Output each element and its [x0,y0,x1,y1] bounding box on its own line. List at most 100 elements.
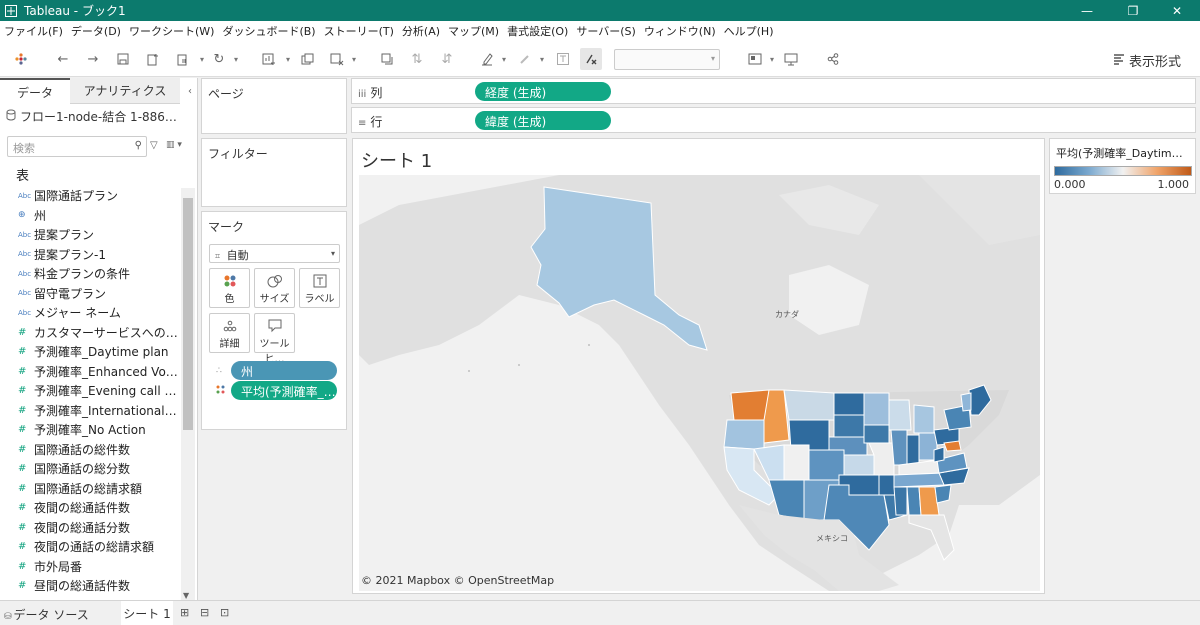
tab-sheet1[interactable]: シート 1 [121,601,173,625]
field-item[interactable]: Abc 料金プランの条件 [0,264,180,284]
new-worksheet-tab-icon[interactable]: ⊞ [180,606,189,619]
chevron-down-icon[interactable]: ▼ [183,591,189,600]
fix-axes-icon[interactable] [580,48,602,70]
clear-sheet-icon[interactable] [326,48,348,70]
filters-shelf[interactable]: フィルター [201,138,347,207]
scrollbar-thumb[interactable] [183,198,193,430]
share-icon[interactable] [822,48,844,70]
menu-analysis[interactable]: 分析(A) [402,23,440,39]
label-button[interactable]: ラベル [299,268,340,308]
menu-dashboard[interactable]: ダッシュボード(B) [222,23,315,39]
field-item[interactable]: Abc 提案プラン [0,225,180,245]
latitude-pill[interactable]: 緯度 (生成) [475,111,611,130]
avg-prob-color-pill[interactable]: 平均(予測確率_… [231,381,337,400]
field-item[interactable]: # 国際通話の総分数 [0,459,180,479]
minimize-button[interactable]: — [1064,0,1110,21]
map-view[interactable]: カナダ メキシコ © 2021 Mapbox © OpenStreetMap [359,175,1040,591]
field-item[interactable]: # 昼間の総通話件数 [0,576,180,596]
rows-shelf[interactable]: ≡ 行 緯度 (生成) [351,107,1196,133]
menu-server[interactable]: サーバー(S) [576,23,635,39]
state-detail-pill[interactable]: 州 [231,361,337,380]
menu-file[interactable]: ファイル(F) [4,23,63,39]
menu-format[interactable]: 書式設定(O) [507,23,568,39]
field-item[interactable]: # 予測確率_Daytime plan [0,342,180,362]
tab-datasource[interactable]: ⛁ データ ソース [4,606,89,623]
field-item[interactable]: # 国際通話の総件数 [0,440,180,460]
close-button[interactable]: ✕ [1154,0,1200,21]
field-name: 市外局番 [34,559,83,574]
new-datasource-icon[interactable] [142,48,164,70]
chevron-down-icon[interactable]: ▾ [198,48,206,70]
datasource-item[interactable]: フロー1-node-結合 1-886… [6,108,177,125]
collapse-pane-icon[interactable]: ‹ [183,78,197,104]
filter-icon[interactable]: ▽ [150,140,158,151]
sheet-title[interactable]: シート 1 [361,147,432,173]
chevron-down-icon[interactable]: ▾ [768,48,776,70]
field-search-input[interactable]: 検索 ⚲ [7,136,147,157]
field-item[interactable]: Abc 国際通話プラン [0,186,180,206]
new-worksheet-icon[interactable] [258,48,280,70]
field-item[interactable]: # 予測確率_International… [0,401,180,421]
field-item[interactable]: # 市外局番 [0,557,180,577]
menu-data[interactable]: データ(D) [71,23,121,39]
chevron-down-icon[interactable]: ▾ [500,48,508,70]
new-story-tab-icon[interactable]: ⊡ [220,606,229,619]
field-item[interactable]: # カスタマーサービスへの電話… [0,323,180,343]
field-item[interactable]: # 夜間の総通話件数 [0,498,180,518]
chevron-down-icon[interactable]: ▾ [350,48,358,70]
field-item[interactable]: # 予測確率_Enhanced Voi… [0,362,180,382]
longitude-pill[interactable]: 経度 (生成) [475,82,611,101]
field-item[interactable]: # 夜間の総通話分数 [0,518,180,538]
show-cards-icon[interactable] [744,48,766,70]
color-button[interactable]: 色 [209,268,250,308]
field-item[interactable]: # 夜間の通話の総請求額 [0,537,180,557]
field-item[interactable]: # 国際通話の総請求額 [0,479,180,499]
show-me-button[interactable]: 表示形式 [1113,51,1181,70]
menu-map[interactable]: マップ(M) [448,23,499,39]
field-item[interactable]: Abc メジャー ネーム [0,303,180,323]
field-item[interactable]: # 予測確率_No Action [0,420,180,440]
field-list-scrollbar[interactable]: ▼ [181,188,195,600]
tab-data[interactable]: データ [0,78,70,104]
group-members-icon[interactable] [514,48,536,70]
color-legend[interactable]: 平均(予測確率_Daytim… 0.000 1.000 [1049,138,1196,194]
field-item[interactable]: ⊕ 州 [0,206,180,226]
presentation-mode-icon[interactable] [780,48,802,70]
menu-story[interactable]: ストーリー(T) [324,23,394,39]
undo-icon[interactable]: ← [52,48,74,70]
detail-button[interactable]: 詳細 [209,313,250,353]
measure-field-icon: # [18,502,27,514]
field-item[interactable]: Abc 留守電プラン [0,284,180,304]
tooltip-button[interactable]: ツールヒ… [254,313,295,365]
swap-rows-columns-icon[interactable] [376,48,398,70]
mark-type-dropdown[interactable]: ⌗ 自動 ▾ [209,244,340,263]
size-button[interactable]: サイズ [254,268,295,308]
chevron-down-icon[interactable]: ▾ [538,48,546,70]
fit-dropdown[interactable]: ▾ [614,49,720,70]
menu-worksheet[interactable]: ワークシート(W) [129,23,214,39]
sort-descending-icon[interactable]: ⇵ [436,48,458,70]
pause-updates-icon[interactable] [172,48,194,70]
menu-window[interactable]: ウィンドウ(N) [644,23,716,39]
tableau-logo-icon[interactable] [10,48,32,70]
columns-shelf[interactable]: iii 列 経度 (生成) [351,78,1196,104]
view-options-icon[interactable]: ▥ ▾ [166,140,182,150]
new-dashboard-tab-icon[interactable]: ⊟ [200,606,209,619]
tab-analytics[interactable]: アナリティクス [70,78,180,104]
duplicate-sheet-icon[interactable] [296,48,318,70]
chevron-down-icon[interactable]: ▾ [284,48,292,70]
redo-icon[interactable]: → [82,48,104,70]
map-credit[interactable]: © 2021 Mapbox © OpenStreetMap [361,574,554,587]
highlight-icon[interactable] [476,48,498,70]
sheet-tab-bar: ⛁ データ ソース シート 1 ⊞ ⊟ ⊡ [0,600,1200,625]
chevron-down-icon[interactable]: ▾ [232,48,240,70]
save-icon[interactable] [112,48,134,70]
show-mark-labels-icon[interactable] [552,48,574,70]
menu-help[interactable]: ヘルプ(H) [724,23,774,39]
restore-button[interactable]: ❐ [1110,0,1156,21]
pages-shelf[interactable]: ページ [201,78,347,134]
refresh-icon[interactable]: ↻ [208,48,230,70]
sort-ascending-icon[interactable]: ⇅ [406,48,428,70]
field-item[interactable]: Abc 提案プラン-1 [0,245,180,265]
field-item[interactable]: # 予測確率_Evening call … [0,381,180,401]
